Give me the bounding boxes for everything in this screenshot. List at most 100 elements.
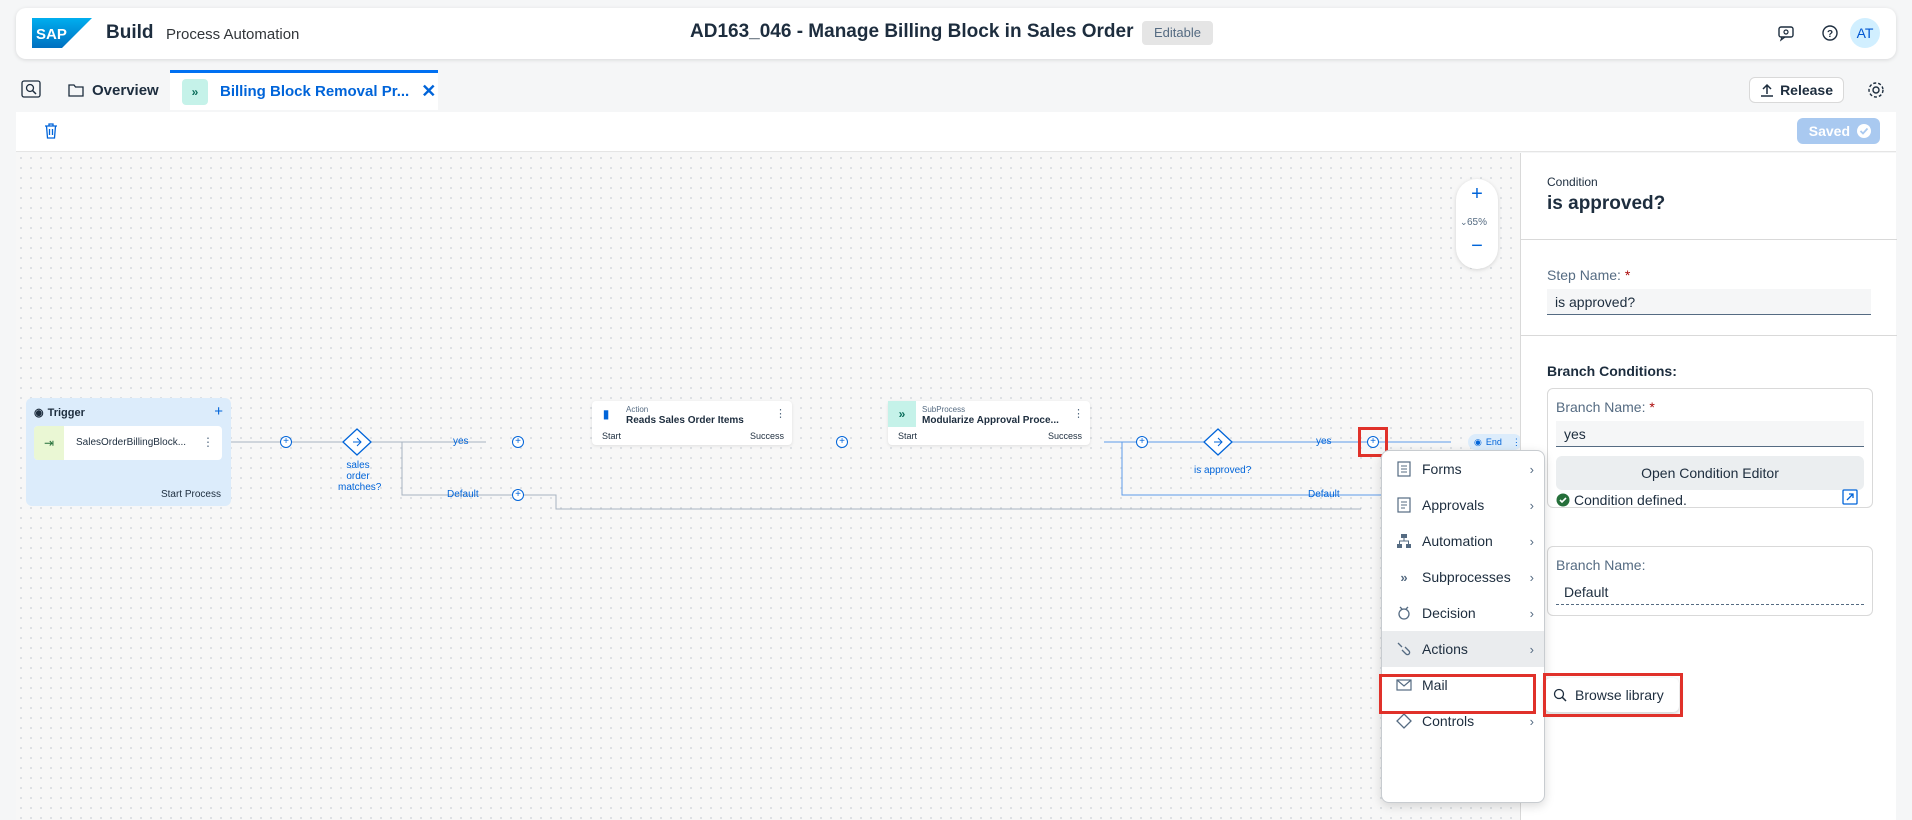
bookmark-icon: ▮ (602, 407, 610, 421)
divider (1521, 239, 1897, 240)
zoom-in-button[interactable]: + (1456, 183, 1498, 206)
action-success: Success (749, 431, 784, 441)
trigger-name: SalesOrderBillingBlock... (76, 437, 187, 448)
branch-card-yes: Branch Name: * yes Open Condition Editor… (1547, 388, 1873, 508)
status-badge: Editable (1142, 21, 1213, 45)
trigger-event-icon: ⇥ (34, 426, 64, 460)
action-node[interactable]: ▮ Action Reads Sales Order Items ⋮ Start… (592, 401, 792, 445)
app-subtitle: Process Automation (166, 26, 300, 43)
release-button[interactable]: Release (1749, 77, 1844, 103)
branch-conditions-heading: Branch Conditions: (1547, 363, 1677, 379)
menu-item-label: Forms (1422, 461, 1462, 477)
branch-card-default: Branch Name: Default (1547, 546, 1873, 616)
saved-label: Saved (1808, 123, 1850, 139)
tab-billing-block-removal[interactable]: » Billing Block Removal Pr... ✕ (170, 70, 438, 110)
add-step-icon[interactable]: + (836, 436, 848, 448)
trigger-node[interactable]: ◉ Trigger + ⇥ SalesOrderBillingBlock... … (26, 398, 231, 506)
action-type: Action (626, 405, 649, 414)
subprocess-icon: » (1400, 569, 1408, 585)
decision-node-2 (1203, 428, 1233, 456)
app-name: Build (106, 22, 154, 43)
zoom-out-button[interactable]: − (1456, 235, 1498, 258)
decision-node-1 (342, 428, 372, 456)
subprocess-icon: » (182, 78, 208, 105)
subprocess-icon: » (888, 401, 916, 427)
menu-item-decision[interactable]: Decision › (1382, 595, 1544, 631)
zoom-level[interactable]: 65% (1456, 217, 1498, 228)
sap-logo[interactable]: SAP (32, 18, 92, 48)
approval-icon (1394, 497, 1414, 513)
chevron-right-icon: › (1529, 461, 1534, 477)
add-step-icon[interactable]: + (1136, 436, 1148, 448)
delete-icon[interactable] (44, 123, 58, 144)
menu-item-forms[interactable]: Forms › (1382, 451, 1544, 487)
menu-item-label: Actions (1422, 641, 1468, 657)
branch-name-input[interactable]: yes (1556, 421, 1864, 447)
more-icon[interactable]: ⋮ (1073, 407, 1084, 420)
saved-button[interactable]: Saved (1796, 118, 1880, 144)
more-icon[interactable]: ⋮ (1512, 437, 1520, 448)
close-icon[interactable]: ✕ (421, 81, 436, 102)
feedback-icon[interactable] (1774, 21, 1798, 45)
branch-yes-label: yes (453, 436, 469, 447)
chevron-right-icon: › (1529, 569, 1534, 585)
subprocess-success: Success (1047, 431, 1082, 441)
gear-icon[interactable] (1864, 78, 1888, 102)
end-label: End (1485, 437, 1502, 447)
end-node[interactable]: ◉ End ⋮ (1468, 434, 1520, 450)
flow-connectors (231, 428, 1451, 510)
chevron-right-icon: › (1529, 641, 1534, 657)
decision-icon (1394, 605, 1414, 621)
branch-default-label: Default (447, 489, 479, 500)
add-trigger-icon[interactable]: + (214, 403, 223, 420)
expand-icon[interactable] (1842, 489, 1858, 510)
subprocess-node[interactable]: » SubProcess Modularize Approval Proce..… (888, 401, 1090, 445)
branch-name-input[interactable]: Default (1556, 579, 1864, 605)
action-name: Reads Sales Order Items (626, 415, 744, 426)
open-condition-editor-button[interactable]: Open Condition Editor (1556, 456, 1864, 490)
add-step-icon[interactable]: + (512, 489, 524, 501)
trigger-card[interactable]: ⇥ SalesOrderBillingBlock... ⋮ (34, 426, 222, 460)
help-icon[interactable]: ? (1818, 21, 1842, 45)
menu-item-actions[interactable]: Actions › (1382, 631, 1544, 667)
menu-item-subprocesses[interactable]: » Subprocesses › (1382, 559, 1544, 595)
automation-icon (1394, 533, 1414, 549)
decision-1-label: sales order matches? (338, 460, 382, 493)
more-icon[interactable]: ⋮ (202, 435, 214, 449)
more-icon[interactable]: ⋮ (775, 407, 786, 420)
action-start: Start (602, 431, 622, 441)
controls-icon (1394, 713, 1414, 729)
chevron-right-icon: › (1529, 497, 1534, 513)
menu-item-label: Decision (1422, 605, 1476, 621)
upload-icon (1761, 83, 1774, 97)
tab-overview[interactable]: Overview (68, 70, 159, 110)
branch-default-label: Default (1308, 489, 1340, 500)
menu-item-approvals[interactable]: Approvals › (1382, 487, 1544, 523)
chevron-right-icon: › (1529, 605, 1534, 621)
tab-bar: Overview » Billing Block Removal Pr... ✕… (16, 68, 1896, 111)
add-step-icon[interactable]: + (280, 436, 292, 448)
end-icon: ◉ (1474, 436, 1482, 447)
divider (1521, 335, 1897, 336)
avatar[interactable]: AT (1850, 18, 1880, 48)
add-step-icon[interactable]: + (512, 436, 524, 448)
shell-bar: SAP Build Process Automation AD163_046 -… (16, 8, 1896, 59)
subprocess-type: SubProcess (922, 405, 966, 414)
release-label: Release (1780, 82, 1833, 98)
panel-title: is approved? (1547, 193, 1666, 214)
branch-name-label: Branch Name: * (1556, 399, 1655, 415)
chevron-right-icon: › (1529, 533, 1534, 549)
step-name-input[interactable]: is approved? (1547, 289, 1871, 315)
menu-item-automation[interactable]: Automation › (1382, 523, 1544, 559)
chevron-right-icon: › (1529, 713, 1534, 729)
subprocess-start: Start (898, 431, 918, 441)
search-tab-icon[interactable] (20, 78, 42, 100)
menu-item-label: Subprocesses (1422, 569, 1511, 585)
process-canvas[interactable]: + + + + + + ◉ Trigger + ⇥ SalesOrderBill… (16, 153, 1520, 820)
zoom-control: + ⌄ 65% − (1456, 179, 1498, 269)
svg-text:?: ? (1827, 29, 1833, 40)
trigger-title: Trigger (47, 406, 85, 419)
svg-text:SAP: SAP (36, 26, 67, 43)
tab-active-label: Billing Block Removal Pr... (220, 83, 410, 100)
decision-2-label: is approved? (1194, 465, 1252, 476)
